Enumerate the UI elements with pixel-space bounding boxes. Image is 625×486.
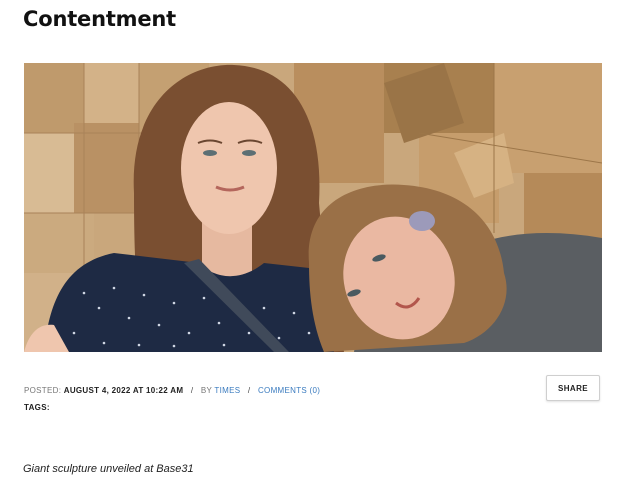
post-caption: Giant sculpture unveiled at Base31 bbox=[23, 463, 194, 475]
author-link[interactable]: TIMES bbox=[214, 386, 240, 395]
comments-link[interactable]: COMMENTS (0) bbox=[258, 386, 320, 395]
share-button[interactable]: SHARE bbox=[546, 375, 600, 401]
meta-separator: / bbox=[190, 386, 194, 395]
tags-label: TAGS: bbox=[24, 403, 50, 412]
meta-separator: / bbox=[247, 386, 251, 395]
posted-label: POSTED: bbox=[24, 386, 62, 395]
post-title: Contentment bbox=[23, 7, 176, 31]
by-label: BY bbox=[200, 386, 213, 395]
post-photo bbox=[24, 63, 602, 352]
posted-date: AUGUST 4, 2022 AT 10:22 AM bbox=[63, 386, 184, 395]
post-meta: POSTED: AUGUST 4, 2022 AT 10:22 AM / BY … bbox=[24, 385, 320, 397]
photo-illustration bbox=[24, 63, 602, 352]
